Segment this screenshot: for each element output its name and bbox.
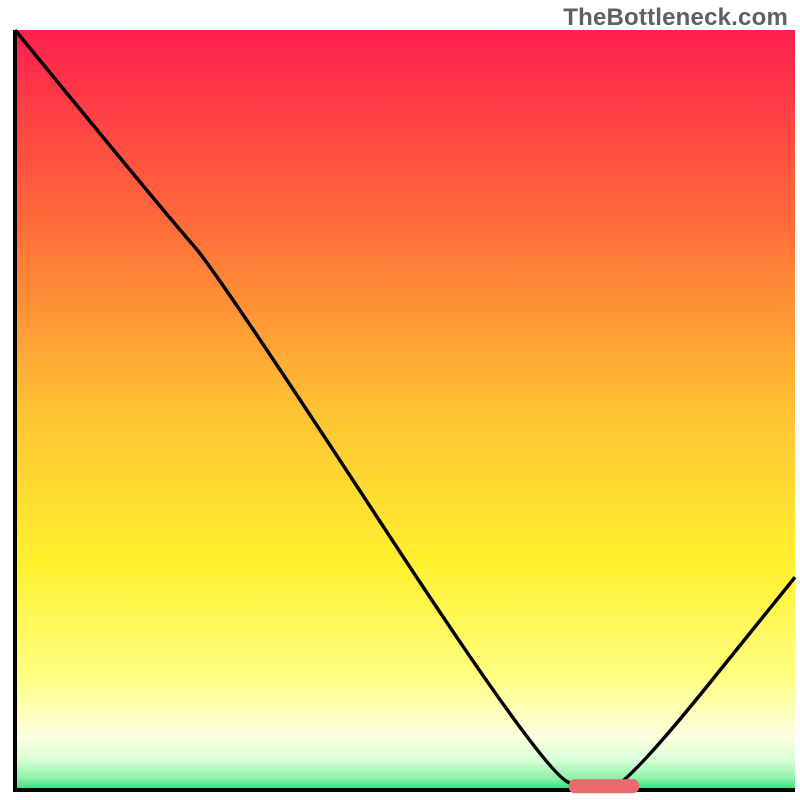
optimal-marker bbox=[569, 779, 639, 793]
chart-container: TheBottleneck.com bbox=[0, 0, 800, 800]
bottleneck-chart bbox=[0, 0, 800, 800]
plot-background bbox=[15, 30, 795, 790]
watermark-text: TheBottleneck.com bbox=[563, 4, 788, 32]
